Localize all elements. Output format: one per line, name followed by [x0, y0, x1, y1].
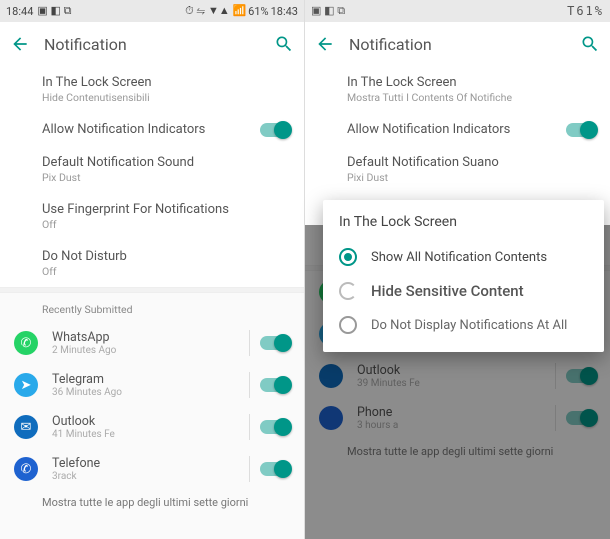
option-do-not-display[interactable]: Do Not Display Notifications At All: [337, 308, 592, 342]
app-icon: [319, 406, 343, 430]
app-list: ✆ WhatsApp2 Minutes Ago ➤ Telegram36 Minute…: [0, 322, 304, 490]
status-battery: T61%: [567, 4, 604, 18]
status-sys-icons: ⏱ ⇋ ▼▲ 📶: [185, 4, 246, 18]
row-default-sound: Default Notification Suano Pixi Dust: [305, 146, 610, 193]
app-name: Telegram: [52, 372, 239, 387]
dialog-title: In The Lock Screen: [339, 214, 592, 230]
recently-submitted-label: Recently Submitted: [0, 293, 304, 322]
option-label: Do Not Display Notifications At All: [371, 318, 567, 333]
app-name: Phone: [357, 405, 545, 420]
row-lock-screen: In The Lock Screen Mostra Tutti I Conten…: [305, 66, 610, 113]
app-bar: Notification: [305, 22, 610, 66]
page-title: Notification: [349, 35, 566, 54]
row-default-sound[interactable]: Default Notification Sound Pix Dust: [0, 146, 304, 193]
app-toggle[interactable]: [260, 336, 290, 350]
option-label: Show All Notification Contents: [371, 250, 547, 265]
lock-screen-dialog: In The Lock Screen Show All Notification…: [323, 200, 604, 352]
default-sound-label: Default Notification Sound: [42, 155, 290, 170]
status-bar: ▣ ◧ ⧉ T61%: [305, 0, 610, 22]
app-sub: 2 Minutes Ago: [52, 345, 239, 356]
row-allow-indicators: Allow Notification Indicators: [305, 113, 610, 146]
allow-indicators-label: Allow Notification Indicators: [347, 122, 566, 137]
app-row: Outlook39 Minutes Fe: [305, 355, 610, 397]
status-notif-icons: ▣ ◧ ⧉: [311, 4, 345, 18]
left-screenshot: 18:44 ▣ ◧ ⧉ ⏱ ⇋ ▼▲ 📶 61% 18:43 Notificat…: [0, 0, 305, 539]
footer-hint: Mostra tutte le app degli ultimi sette g…: [305, 439, 610, 458]
right-screenshot: ▣ ◧ ⧉ T61% Notification In The Lock Scre…: [305, 0, 610, 539]
app-sub: 3 hours a: [357, 420, 545, 431]
app-name: WhatsApp: [52, 330, 239, 345]
app-icon: ➤: [14, 373, 38, 397]
default-sound-sub: Pix Dust: [42, 171, 290, 184]
app-row[interactable]: ➤ Telegram36 Minutes Ago: [0, 364, 304, 406]
footer-hint[interactable]: Mostra tutte le app degli ultimi sette g…: [0, 490, 304, 509]
row-allow-indicators[interactable]: Allow Notification Indicators: [0, 113, 304, 146]
search-icon[interactable]: [274, 34, 294, 54]
divider: [249, 330, 250, 356]
back-icon[interactable]: [315, 34, 335, 54]
page-title: Notification: [44, 35, 260, 54]
app-sub: 41 Minutes Fe: [52, 429, 239, 440]
allow-indicators-label: Allow Notification Indicators: [42, 122, 260, 137]
divider: [555, 405, 556, 431]
row-fingerprint[interactable]: Use Fingerprint For Notifications Off: [0, 193, 304, 240]
option-show-all[interactable]: Show All Notification Contents: [337, 240, 592, 274]
default-sound-label: Default Notification Suano: [347, 155, 596, 170]
dnd-sub: Off: [42, 265, 290, 278]
divider: [249, 414, 250, 440]
status-time-2: 18:43: [271, 5, 298, 18]
lock-screen-label: In The Lock Screen: [42, 75, 290, 90]
app-sub: 3rack: [52, 471, 239, 482]
app-bar: Notification: [0, 22, 304, 66]
search-icon[interactable]: [580, 34, 600, 54]
app-sub: 39 Minutes Fe: [357, 378, 545, 389]
app-row[interactable]: ✆ Telefone3rack: [0, 448, 304, 490]
radio-icon: [339, 282, 357, 300]
app-row[interactable]: ✆ WhatsApp2 Minutes Ago: [0, 322, 304, 364]
row-dnd[interactable]: Do Not Disturb Off: [0, 240, 304, 287]
app-row[interactable]: ✉ Outlook41 Minutes Fe: [0, 406, 304, 448]
app-toggle[interactable]: [260, 462, 290, 476]
status-notif-icons: ▣ ◧ ⧉: [37, 4, 71, 18]
app-name: Outlook: [52, 414, 239, 429]
lock-screen-sub: Hide Contenutisensibili: [42, 91, 290, 104]
back-icon[interactable]: [10, 34, 30, 54]
option-label: Hide Sensitive Content: [371, 282, 524, 300]
app-toggle: [566, 411, 596, 425]
dnd-label: Do Not Disturb: [42, 249, 290, 264]
lock-screen-sub: Mostra Tutti I Contents Of Notifiche: [347, 91, 596, 104]
radio-icon: [339, 316, 357, 334]
divider: [555, 363, 556, 389]
option-hide-sensitive[interactable]: Hide Sensitive Content: [337, 274, 592, 308]
app-icon: ✆: [14, 331, 38, 355]
allow-indicators-toggle[interactable]: [260, 123, 290, 137]
status-time: 18:44: [6, 5, 33, 18]
app-sub: 36 Minutes Ago: [52, 387, 239, 398]
default-sound-sub: Pixi Dust: [347, 171, 596, 184]
radio-icon: [339, 248, 357, 266]
row-lock-screen[interactable]: In The Lock Screen Hide Contenutisensibi…: [0, 66, 304, 113]
app-icon: ✆: [14, 457, 38, 481]
status-battery: 61%: [248, 5, 268, 18]
allow-indicators-toggle: [566, 123, 596, 137]
settings-list: In The Lock Screen Hide Contenutisensibi…: [0, 66, 304, 287]
app-icon: [319, 364, 343, 388]
app-toggle[interactable]: [260, 420, 290, 434]
status-bar: 18:44 ▣ ◧ ⧉ ⏱ ⇋ ▼▲ 📶 61% 18:43: [0, 0, 304, 22]
app-name: Telefone: [52, 456, 239, 471]
fingerprint-label: Use Fingerprint For Notifications: [42, 202, 290, 217]
divider: [249, 456, 250, 482]
lock-screen-label: In The Lock Screen: [347, 75, 596, 90]
app-toggle[interactable]: [260, 378, 290, 392]
app-name: Outlook: [357, 363, 545, 378]
divider: [249, 372, 250, 398]
app-icon: ✉: [14, 415, 38, 439]
fingerprint-sub: Off: [42, 218, 290, 231]
app-toggle: [566, 369, 596, 383]
app-row: Phone3 hours a: [305, 397, 610, 439]
